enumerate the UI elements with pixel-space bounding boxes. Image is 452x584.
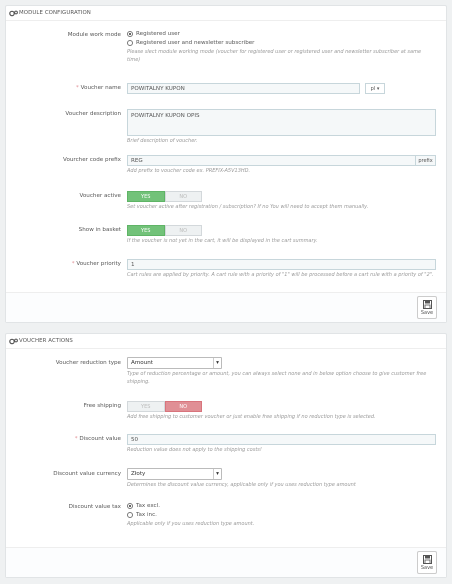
discount-value-input[interactable]: 50 <box>127 434 436 445</box>
panel-title: VOUCHER ACTIONS <box>19 338 73 344</box>
save-icon <box>422 554 432 564</box>
radio-label: Tax excl. <box>136 503 160 509</box>
reduction-type-select[interactable]: Amount ▾ <box>127 357 222 369</box>
work-mode-label: Module work mode <box>67 32 121 38</box>
help-text: Brief description of voucher. <box>127 138 198 144</box>
show-in-basket-switch[interactable]: YES NO <box>127 225 202 236</box>
switch-no[interactable]: NO <box>164 225 202 236</box>
panel-heading: MODULE CONFIGURATION <box>6 6 446 21</box>
voucher-description-label: Voucher description <box>65 111 121 117</box>
panel-footer: Save <box>6 547 446 577</box>
radio-registered-user[interactable]: Registered user <box>127 31 436 37</box>
help-text: Please slect module working mode (vouche… <box>127 49 422 63</box>
voucher-active-label: Voucher active <box>79 193 121 199</box>
save-label: Save <box>420 564 434 571</box>
discount-currency-select[interactable]: Złoty ▾ <box>127 468 222 480</box>
discount-tax-label: Discount value tax <box>68 504 121 510</box>
radio-label: Tax inc. <box>136 512 157 518</box>
voucher-name-input[interactable]: POWITALNY KUPON <box>127 83 360 94</box>
language-dropdown-button[interactable]: pl ▾ <box>365 83 385 94</box>
help-text: Determines the discount value currency, … <box>127 482 356 488</box>
free-shipping-switch[interactable]: YES NO <box>127 401 202 412</box>
radio-tax-excl[interactable]: Tax excl. <box>127 503 436 509</box>
voucher-actions-panel: VOUCHER ACTIONS Voucher reduction type A… <box>5 333 447 578</box>
switch-no[interactable]: NO <box>164 401 202 412</box>
help-text: Add prefix to voucher code ex. PREFIX-A5… <box>127 168 251 174</box>
switch-yes[interactable]: YES <box>127 191 165 202</box>
radio-registered-and-subscriber[interactable]: Registered user and newsletter subscribe… <box>127 40 436 46</box>
free-shipping-label: Free shipping <box>83 403 121 409</box>
save-button[interactable]: Save <box>417 551 437 574</box>
help-text: Add free shipping to customer voucher or… <box>127 414 376 420</box>
radio-dot[interactable] <box>127 512 133 518</box>
panel-footer: Save <box>6 292 446 322</box>
code-prefix-label: Vourcher code prefix <box>63 157 121 163</box>
radio-dot[interactable] <box>127 503 133 509</box>
switch-yes[interactable]: YES <box>127 225 165 236</box>
panel-title: MODULE CONFIGURATION <box>19 10 91 16</box>
gears-icon <box>9 10 18 17</box>
prefix-addon: prefix <box>416 155 436 166</box>
caret-down-icon: ▾ <box>376 85 380 92</box>
discount-currency-label: Discount value currency <box>53 471 121 477</box>
voucher-active-switch[interactable]: YES NO <box>127 191 202 202</box>
code-prefix-input[interactable]: REG <box>127 155 416 166</box>
save-label: Save <box>420 309 434 316</box>
voucher-priority-input[interactable]: 1 <box>127 259 436 270</box>
gears-icon <box>9 338 18 345</box>
voucher-priority-label: * Voucher priority <box>71 261 121 267</box>
chevron-down-icon: ▾ <box>213 358 221 368</box>
voucher-description-textarea[interactable]: POWITALNY KUPON OPIS <box>127 109 436 136</box>
help-text: Type of reduction percentage or amount, … <box>127 371 427 385</box>
help-text: Set voucher active after registration / … <box>127 204 369 210</box>
voucher-name-label: * Voucher name <box>76 85 121 91</box>
radio-dot[interactable] <box>127 31 133 37</box>
discount-value-label: * Discount value <box>74 436 121 442</box>
module-configuration-panel: MODULE CONFIGURATION Module work mode Re… <box>5 5 447 323</box>
switch-yes[interactable]: YES <box>127 401 165 412</box>
select-value: Amount <box>131 360 153 366</box>
chevron-down-icon: ▾ <box>213 469 221 479</box>
radio-tax-inc[interactable]: Tax inc. <box>127 512 436 518</box>
radio-dot[interactable] <box>127 40 133 46</box>
panel-heading: VOUCHER ACTIONS <box>6 334 446 349</box>
save-icon <box>422 299 432 309</box>
select-value: Złoty <box>131 471 146 477</box>
help-text: Reduction value does not apply to the sh… <box>127 447 262 453</box>
help-text: Applicable only if you uses reduction ty… <box>127 521 255 527</box>
radio-label: Registered user <box>136 31 180 37</box>
help-text: Cart rules are applied by priority. A ca… <box>127 272 434 278</box>
switch-no[interactable]: NO <box>164 191 202 202</box>
help-text: If the voucher is not yet in the cart, i… <box>127 238 318 244</box>
save-button[interactable]: Save <box>417 296 437 319</box>
reduction-type-label: Voucher reduction type <box>55 360 121 366</box>
show-in-basket-label: Show in basket <box>78 227 121 233</box>
radio-label: Registered user and newsletter subscribe… <box>136 40 255 46</box>
